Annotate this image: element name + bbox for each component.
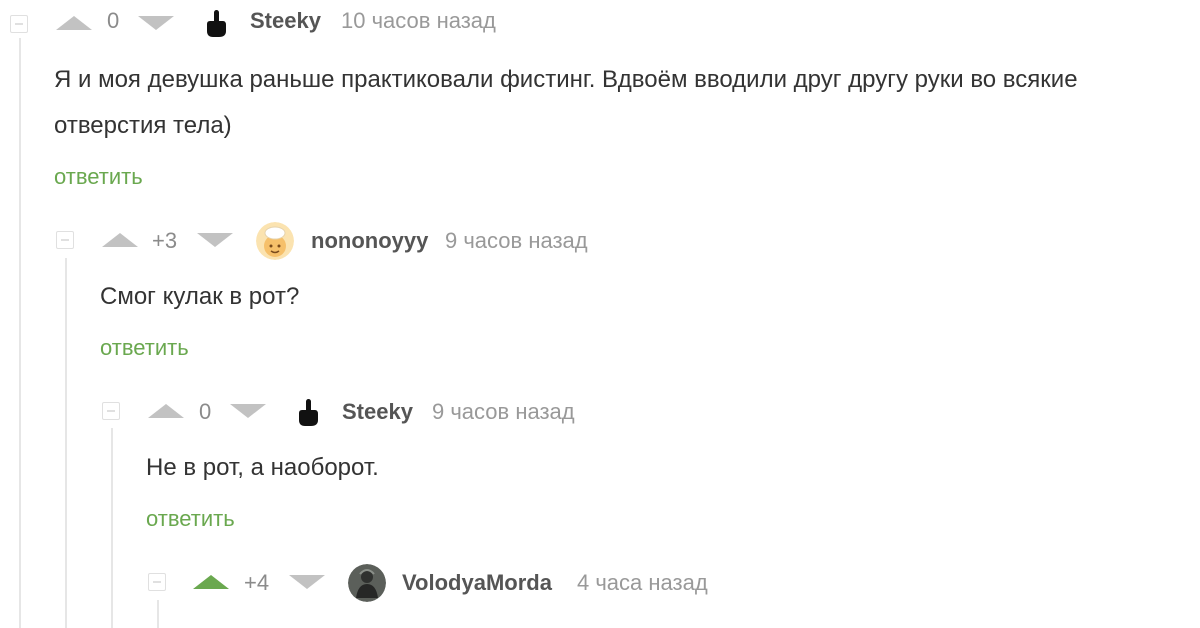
comment-score: 0 [199,399,212,424]
comment-author[interactable]: Steeky [250,9,321,33]
comment-author[interactable]: VolodyaMorda [402,571,552,595]
comment-time[interactable]: 4 часа назад [577,571,708,595]
comment-score: 0 [107,8,120,33]
middle-finger-icon [289,393,327,431]
downvote-arrow-icon[interactable] [289,575,325,589]
reply-link[interactable]: ответить [146,507,235,531]
collapse-button[interactable] [148,573,166,591]
upvote-arrow-icon[interactable] [193,575,229,589]
avatar[interactable] [197,4,235,42]
upvote-arrow-icon[interactable] [102,233,138,247]
comment-text: Я и моя девушка раньше практиковали фист… [54,66,1078,139]
middle-finger-icon [197,4,235,42]
thread-line-level-2[interactable] [65,258,67,628]
comment-time[interactable]: 10 часов назад [341,9,496,33]
downvote-arrow-icon[interactable] [197,233,233,247]
comment-author[interactable]: Steeky [342,400,413,424]
downvote-arrow-icon[interactable] [230,404,266,418]
upvote-arrow-icon[interactable] [56,16,92,30]
thread-line-level-4[interactable] [157,600,159,628]
avatar[interactable] [256,222,294,260]
reply-link[interactable]: ответить [100,336,189,360]
upvote-arrow-icon[interactable] [148,404,184,418]
collapse-button[interactable] [56,231,74,249]
thread-line-level-1[interactable] [19,38,21,628]
photo-avatar-icon [348,564,386,602]
chef-avatar-icon [256,222,294,260]
comment-text: Не в рот, а наоборот. [146,454,379,481]
avatar[interactable] [289,393,327,431]
collapse-button[interactable] [10,15,28,33]
comment-time[interactable]: 9 часов назад [432,400,575,424]
thread-line-level-3[interactable] [111,428,113,628]
collapse-button[interactable] [102,402,120,420]
comment-score: +3 [152,228,178,253]
comment-author[interactable]: nononoyyy [311,229,428,253]
reply-link[interactable]: ответить [54,165,143,189]
downvote-arrow-icon[interactable] [138,16,174,30]
comment-time[interactable]: 9 часов назад [445,229,588,253]
avatar[interactable] [348,564,386,602]
comment-text: Смог кулак в рот? [100,283,300,310]
comment-score: +4 [244,570,270,595]
